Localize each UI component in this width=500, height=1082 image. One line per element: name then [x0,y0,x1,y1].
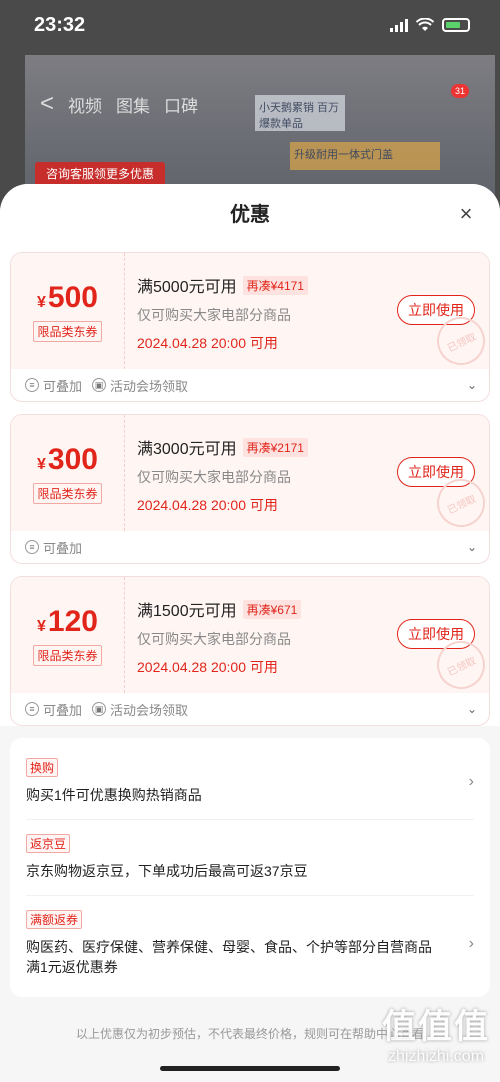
bg-ad-red: 咨询客服领更多优惠 [35,162,165,186]
coupon-card: ¥ 120 限品类东券 满1500元可用 再凑¥671 仅可购买大家电部分商品 … [10,576,490,726]
coupon-condition: 满1500元可用 再凑¥671 [137,597,489,621]
promotion-text: 购买1件可优惠换购热销商品 [26,787,202,803]
coupon-amount: ¥ 120 [37,605,98,639]
battery-icon [442,18,470,32]
coupon-value: ¥ 300 限品类东券 [11,415,125,531]
condition-text: 满1500元可用 [137,603,237,620]
promotion-tag: 换购 [26,758,59,777]
stackable-label: 可叠加 [43,540,83,556]
promotion-item-jingdou: 返京豆 京东购物返京豆，下单成功后最高可返37京豆 [26,820,474,896]
stackable-item: ≡ 可叠加 [25,376,82,395]
signal-icon [390,18,408,32]
bg-ad-2: 升级耐用一体式门盖 [290,142,440,170]
stack-icon: ≡ [25,378,39,392]
chevron-down-icon[interactable]: ⌄ [467,378,477,392]
coupon-condition: 满5000元可用 再凑¥4171 [137,273,489,297]
coupon-type-tag: 限品类东券 [33,320,102,342]
watermark-big: 值值值 [382,1008,490,1046]
coupon-list: ¥ 500 限品类东券 满5000元可用 再凑¥4171 仅可购买大家电部分商品… [0,246,500,726]
coupon-amount: ¥ 500 [37,281,98,315]
coupon-footer: ≡ 可叠加 ⌄ [11,531,489,563]
amount-number: 300 [47,442,98,476]
stackable-item: ≡ 可叠加 [25,700,82,719]
coupon-value: ¥ 120 限品类东券 [11,577,125,693]
stackable-item: ≡ 可叠加 [25,538,82,557]
promotion-tag: 返京豆 [26,834,71,853]
promotion-item-exchange[interactable]: 换购 购买1件可优惠换购热销商品 › [26,744,474,820]
bg-tab-gallery: 图集 [116,96,151,116]
bg-tab-reviews: 口碑 [164,96,199,116]
promotion-text: 购医药、医疗保健、营养保健、母婴、食品、个护等部分自营商品满1元返优惠券 [26,939,432,975]
promotion-item-coupon-return[interactable]: 满额返券 购医药、医疗保健、营养保健、母婴、食品、个护等部分自营商品满1元返优惠… [26,896,474,991]
cart-badge: 31 [451,84,469,98]
coupon-type-tag: 限品类东券 [33,482,102,504]
chevron-down-icon[interactable]: ⌄ [467,540,477,554]
coupon-type-tag: 限品类东券 [33,644,102,666]
promotion-text: 京东购物返京豆，下单成功后最高可返37京豆 [26,863,308,879]
stackable-label: 可叠加 [43,378,83,394]
venue-icon: ▣ [92,702,107,716]
sheet-title: 优惠 [230,204,270,226]
status-icons [390,18,470,32]
chevron-right-icon: › [468,934,474,952]
yen-symbol: ¥ [37,455,46,473]
bg-ad-1: 小天鹅累销 百万爆款单品 [255,95,345,131]
stackable-label: 可叠加 [43,702,83,718]
discount-sheet: 优惠 × ¥ 500 限品类东券 满5000元可用 再凑¥4171 仅可购买大家… [0,184,500,1082]
condition-text: 满5000元可用 [137,279,237,296]
amount-number: 120 [47,604,98,638]
coupon-value: ¥ 500 限品类东券 [11,253,125,369]
stack-icon: ≡ [25,540,39,554]
chevron-down-icon[interactable]: ⌄ [467,702,477,716]
amount-number: 500 [47,280,98,314]
coupon-main: ¥ 120 限品类东券 满1500元可用 再凑¥671 仅可购买大家电部分商品 … [11,577,489,697]
source-label: 活动会场领取 [110,378,189,394]
coupon-amount: ¥ 300 [37,443,98,477]
promotion-tag: 满额返券 [26,910,83,929]
venue-icon: ▣ [92,378,107,392]
again-tag: 再凑¥4171 [242,275,308,295]
close-icon[interactable]: × [454,202,478,226]
status-time: 23:32 [34,13,86,36]
coupon-card: ¥ 300 限品类东券 满3000元可用 再凑¥2171 仅可购买大家电部分商品… [10,414,490,564]
sheet-header: 优惠 × [0,184,500,246]
source-item: ▣ 活动会场领取 [92,376,188,395]
promotion-list: 换购 购买1件可优惠换购热销商品 › 返京豆 京东购物返京豆，下单成功后最高可返… [10,738,490,997]
wifi-icon [416,18,434,31]
again-tag: 再凑¥671 [242,599,302,619]
source-item: ▣ 活动会场领取 [92,700,188,719]
coupon-condition: 满3000元可用 再凑¥2171 [137,435,489,459]
source-label: 活动会场领取 [110,702,189,718]
back-icon: < [40,90,55,117]
coupon-footer: ≡ 可叠加 ▣ 活动会场领取 ⌄ [11,693,489,725]
coupon-main: ¥ 300 限品类东券 满3000元可用 再凑¥2171 仅可购买大家电部分商品… [11,415,489,535]
yen-symbol: ¥ [37,293,46,311]
coupon-main: ¥ 500 限品类东券 满5000元可用 再凑¥4171 仅可购买大家电部分商品… [11,253,489,373]
coupon-card: ¥ 500 限品类东券 满5000元可用 再凑¥4171 仅可购买大家电部分商品… [10,252,490,402]
stack-icon: ≡ [25,702,39,716]
condition-text: 满3000元可用 [137,441,237,458]
chevron-right-icon: › [468,772,474,790]
again-tag: 再凑¥2171 [242,437,308,457]
watermark-site: zhizhizhi.com [387,1048,485,1065]
status-bar: 23:32 [0,0,500,50]
home-indicator [160,1066,340,1071]
yen-symbol: ¥ [37,617,46,635]
watermark-logo: 值值值 zhizhizhi.com [382,999,490,1066]
coupon-footer: ≡ 可叠加 ▣ 活动会场领取 ⌄ [11,369,489,401]
bg-tab-video: 视频 [68,96,103,116]
